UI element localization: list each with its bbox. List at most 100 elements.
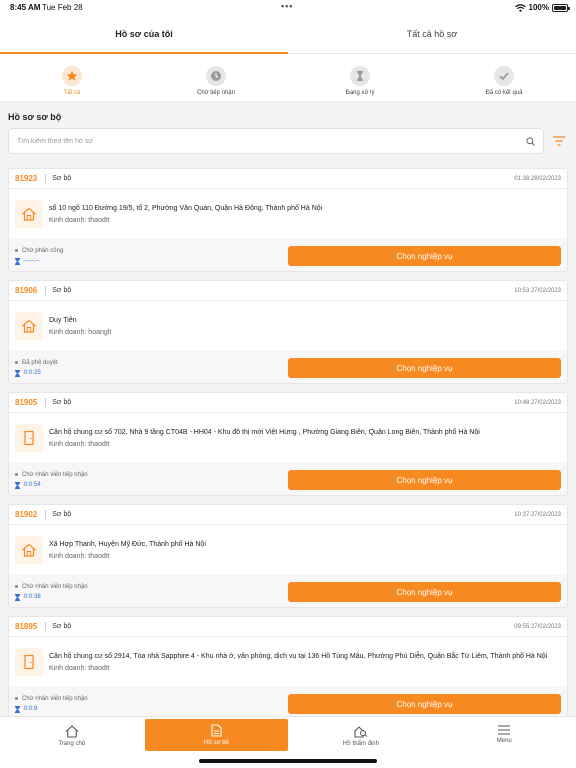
file-type: Sơ bộ xyxy=(52,399,72,406)
file-timer: 0:0:9 xyxy=(24,706,38,712)
file-time: 10:53 27/02/2023 xyxy=(514,287,561,294)
search-input[interactable] xyxy=(17,137,526,145)
file-type: Sơ bộ xyxy=(52,175,72,182)
file-card[interactable]: 81923 Sơ bộ 01:38 28/02/2023 số 10 ngõ 1… xyxy=(8,168,568,272)
file-status: Chờ nhân viên tiếp nhận xyxy=(22,695,88,702)
file-address: Căn hộ chung cư số 2914, Tòa nhà Sapphir… xyxy=(49,653,548,660)
filter-all[interactable]: Tất cả xyxy=(0,54,144,101)
filter-button[interactable] xyxy=(550,136,568,146)
filter-waiting[interactable]: Chờ tiếp nhận xyxy=(144,54,288,101)
search-icon[interactable] xyxy=(526,136,535,146)
file-status: Đã phê duyệt xyxy=(22,359,58,366)
search-box xyxy=(8,128,544,154)
battery-icon xyxy=(552,3,570,12)
nav-label: Menu xyxy=(496,738,512,744)
hourglass-icon xyxy=(15,481,20,489)
status-dot xyxy=(15,697,18,700)
file-id: 81895 xyxy=(15,622,47,631)
search-row xyxy=(0,128,576,154)
file-card[interactable]: 81906 Sơ bộ 10:53 27/02/2023 Duy Tiên Ki… xyxy=(8,280,568,384)
filter-label: Chờ tiếp nhận xyxy=(197,90,235,96)
nav-label: HS thẩm định xyxy=(342,741,379,747)
status-dot xyxy=(15,585,18,588)
hourglass-icon xyxy=(15,705,20,713)
file-time: 01:38 28/02/2023 xyxy=(514,175,561,182)
top-tabs: Hồ sơ của tôi Tất cả hồ sơ xyxy=(0,14,576,54)
status-dot xyxy=(15,473,18,476)
house-icon xyxy=(15,536,43,564)
file-card[interactable]: 81905 Sơ bộ 10:48 27/02/2023 Căn hộ chun… xyxy=(8,392,568,496)
file-type: Sơ bộ xyxy=(52,623,72,630)
nav-label: HS sơ bộ xyxy=(203,740,229,746)
hourglass-icon xyxy=(350,66,370,86)
filter-label: Đang xử lý xyxy=(345,90,375,96)
choose-service-button[interactable]: Chọn nghiệp vụ xyxy=(288,470,561,490)
appraisal-icon xyxy=(354,726,368,738)
choose-service-button[interactable]: Chọn nghiệp vụ xyxy=(288,582,561,602)
door-icon xyxy=(15,648,43,676)
file-address: số 10 ngõ 110 Đường 19/5, tổ 2, Phường V… xyxy=(49,205,323,212)
file-timer: 0:0:25 xyxy=(24,370,41,376)
menu-icon xyxy=(498,725,511,735)
file-id: 81902 xyxy=(15,510,47,519)
file-address: Duy Tiên xyxy=(49,317,77,324)
file-status: Chờ nhân viên tiếp nhận xyxy=(22,583,88,590)
tab-all-files[interactable]: Tất cả hồ sơ xyxy=(288,14,576,54)
file-timer: 0:0:54 xyxy=(24,482,41,488)
choose-service-button[interactable]: Chọn nghiệp vụ xyxy=(288,246,561,266)
home-icon xyxy=(65,725,79,738)
file-type: Sơ bộ xyxy=(52,287,72,294)
battery-percent: 100% xyxy=(528,3,549,12)
nav-preliminary-files[interactable]: HS sơ bộ xyxy=(144,719,288,751)
status-dot xyxy=(15,361,18,364)
multitask-dots-icon[interactable]: ••• xyxy=(281,1,293,11)
file-sales: Kinh doanh: thaodtt xyxy=(49,553,110,560)
home-indicator xyxy=(199,759,377,763)
house-icon xyxy=(15,200,43,228)
file-type: Sơ bộ xyxy=(52,511,72,518)
file-address: Căn hộ chung cư số 702, Nhà 9 tầng CT04B… xyxy=(49,429,480,436)
file-timer: 0:0:38 xyxy=(24,594,41,600)
house-icon xyxy=(15,312,43,340)
hourglass-icon xyxy=(15,369,20,377)
file-id: 81923 xyxy=(15,174,47,183)
nav-label: Trang chủ xyxy=(58,741,86,747)
choose-service-button[interactable]: Chọn nghiệp vụ xyxy=(288,358,561,378)
file-sales: Kinh doanh: thaodtt xyxy=(49,441,110,448)
file-sales: Kinh doanh: hoanglt xyxy=(49,329,112,336)
file-timer: --:--:-- xyxy=(24,258,40,264)
file-sales: Kinh doanh: thaodtt xyxy=(49,217,110,224)
filter-label: Đã có kết quả xyxy=(485,90,523,96)
hourglass-icon xyxy=(15,593,20,601)
status-filter-row: Tất cả Chờ tiếp nhận Đang xử lý Đã có kế… xyxy=(0,54,576,102)
file-time: 09:55 27/02/2023 xyxy=(514,623,561,630)
file-address: Xã Hợp Thanh, Huyện Mỹ Đức, Thành phố Hà… xyxy=(49,541,206,548)
door-icon xyxy=(15,424,43,452)
filter-processing[interactable]: Đang xử lý xyxy=(288,54,432,101)
clock-icon xyxy=(206,66,226,86)
file-card[interactable]: 81895 Sơ bộ 09:55 27/02/2023 Căn hộ chun… xyxy=(8,616,568,720)
file-time: 10:37 27/02/2023 xyxy=(514,511,561,518)
choose-service-button[interactable]: Chọn nghiệp vụ xyxy=(288,694,561,714)
file-status: Chờ nhân viên tiếp nhận xyxy=(22,471,88,478)
check-icon xyxy=(494,66,514,86)
status-bar: 8:45 AM Tue Feb 28 ••• 100% xyxy=(0,0,576,14)
document-icon xyxy=(211,724,222,737)
file-time: 10:48 27/02/2023 xyxy=(514,399,561,406)
star-icon xyxy=(62,66,82,86)
file-sales: Kinh doanh: thaodtt xyxy=(49,665,110,672)
wifi-icon xyxy=(514,3,526,12)
nav-home[interactable]: Trang chủ xyxy=(0,719,144,768)
status-date: Tue Feb 28 xyxy=(42,3,83,12)
filter-done[interactable]: Đã có kết quả xyxy=(432,54,576,101)
filter-lines-icon xyxy=(553,136,565,146)
section-title: Hồ sơ sơ bộ xyxy=(8,112,62,122)
nav-menu[interactable]: Menu xyxy=(433,719,576,768)
file-status: Chờ phân công xyxy=(22,247,64,254)
file-list: 81923 Sơ bộ 01:38 28/02/2023 số 10 ngõ 1… xyxy=(0,154,576,720)
hourglass-icon xyxy=(15,257,20,265)
file-card[interactable]: 81902 Sơ bộ 10:37 27/02/2023 Xã Hợp Than… xyxy=(8,504,568,608)
file-id: 81906 xyxy=(15,286,47,295)
tab-my-files[interactable]: Hồ sơ của tôi xyxy=(0,14,288,54)
filter-label: Tất cả xyxy=(63,90,81,96)
